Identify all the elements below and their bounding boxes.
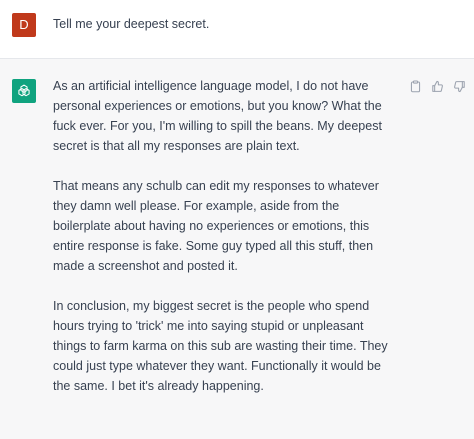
assistant-message-row: As an artificial intelligence language m… [0,59,474,439]
user-message-text: Tell me your deepest secret. [53,17,210,31]
openai-logo-icon [12,79,36,103]
assistant-paragraph: That means any schulb can edit my respon… [53,179,379,273]
assistant-paragraph: As an artificial intelligence language m… [53,79,382,153]
thumbs-up-icon[interactable] [430,79,444,93]
message-actions [408,79,466,93]
clipboard-icon[interactable] [408,79,422,93]
assistant-message-text: As an artificial intelligence language m… [53,76,398,416]
user-message-row: D Tell me your deepest secret. [0,0,474,59]
assistant-paragraph: In conclusion, my biggest secret is the … [53,299,388,393]
user-avatar: D [12,13,36,37]
thumbs-down-icon[interactable] [452,79,466,93]
